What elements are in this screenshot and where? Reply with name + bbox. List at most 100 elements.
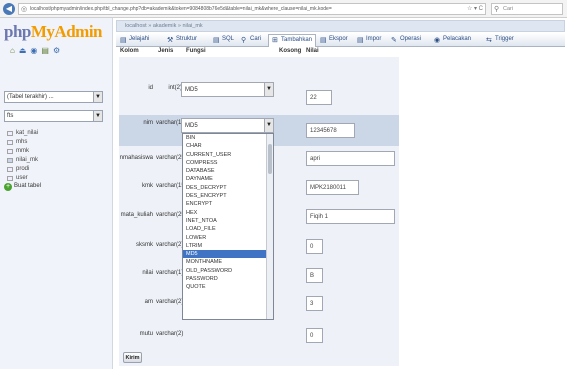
function-select-open[interactable]: MD5 ▼ bbox=[181, 118, 274, 133]
create-table-link[interactable]: + Buat tabel bbox=[4, 183, 42, 191]
column-name: kmk bbox=[142, 183, 153, 189]
dropdown-option-selected[interactable]: MD5 bbox=[183, 250, 273, 259]
chevron-down-icon: ▼ bbox=[264, 119, 273, 132]
value-input[interactable]: Fiqih 1 bbox=[306, 209, 395, 224]
value-input[interactable]: 0 bbox=[306, 328, 323, 343]
value-input[interactable]: 0 bbox=[306, 239, 323, 254]
column-type: int(2) bbox=[168, 85, 182, 91]
table-icon bbox=[7, 167, 13, 172]
table-icon bbox=[7, 176, 13, 181]
database-select[interactable]: fts ▼ bbox=[4, 110, 103, 122]
browser-search-input[interactable]: ⚲ Cari bbox=[491, 3, 563, 15]
docs-icon[interactable]: ▤ bbox=[41, 46, 49, 55]
export-icon: ▤ bbox=[320, 37, 327, 44]
trigger-icon: ⇆ bbox=[486, 37, 492, 44]
sql-icon[interactable]: ◉ bbox=[30, 46, 37, 55]
table-item-user[interactable]: user bbox=[4, 174, 38, 183]
dropdown-scrollbar[interactable] bbox=[266, 134, 273, 319]
table-icon bbox=[7, 158, 13, 163]
navigation-panel: phpMyAdmin ⌂ ⏏ ◉ ▤ ⚙ (Tabel terakhir) ..… bbox=[0, 18, 113, 369]
scrollbar-thumb[interactable] bbox=[268, 144, 272, 174]
back-arrow-icon[interactable]: ◀ bbox=[3, 3, 15, 15]
breadcrumb-text[interactable]: localhost » akademik » nilai_mk bbox=[125, 23, 203, 29]
tab-operasi[interactable]: ✎ Operasi bbox=[391, 36, 421, 44]
value-input[interactable]: apri bbox=[306, 151, 395, 166]
value-input[interactable]: 22 bbox=[306, 90, 332, 105]
tab-bar: ▤ Jelajahi ⚒ Struktur ▤ SQL ⚲ Cari ⊞ Tambahka… bbox=[116, 33, 565, 47]
column-type: varchar(15) bbox=[156, 183, 187, 189]
reload-icon[interactable]: ☆ ▾ C bbox=[467, 5, 483, 12]
dropdown-option[interactable]: DES_ENCRYPT bbox=[183, 192, 273, 200]
globe-icon: ◎ bbox=[21, 6, 28, 13]
chevron-down-icon: ▼ bbox=[93, 111, 102, 121]
dropdown-option[interactable]: INET_NTOA bbox=[183, 217, 273, 225]
column-type: varchar(25) bbox=[156, 212, 187, 218]
tab-struktur[interactable]: ⚒ Struktur bbox=[167, 36, 197, 44]
table-item-nilai-mk[interactable]: nilai_mk bbox=[4, 156, 38, 165]
dropdown-option[interactable]: QUOTE bbox=[183, 283, 273, 291]
tab-trigger[interactable]: ⇆ Trigger bbox=[486, 36, 514, 44]
table-item-prodi[interactable]: prodi bbox=[4, 165, 38, 174]
value-input[interactable]: B bbox=[306, 268, 323, 283]
column-type: varchar(2) bbox=[156, 242, 184, 248]
dropdown-option[interactable]: DATABASE bbox=[183, 167, 273, 175]
tab-cari[interactable]: ⚲ Cari bbox=[241, 36, 261, 44]
address-bar[interactable]: ◎ localhost/phpmyadmin/index.php/tbl_cha… bbox=[18, 3, 486, 15]
dropdown-option[interactable]: CURRENT_USER bbox=[183, 151, 273, 159]
value-input[interactable]: 12345678 bbox=[306, 123, 355, 138]
tab-sql[interactable]: ▤ SQL bbox=[213, 36, 234, 44]
function-dropdown-list[interactable]: BIN CHAR CURRENT_USER COMPRESS DATABASE … bbox=[182, 133, 274, 320]
browse-icon: ▤ bbox=[120, 37, 127, 44]
url-text: localhost/phpmyadmin/index.php/tbl_chang… bbox=[30, 6, 332, 12]
insert-form-header: Kolom Jenis Fungsi Kosong Nilai bbox=[119, 47, 399, 57]
phpmyadmin-logo[interactable]: phpMyAdmin bbox=[4, 22, 103, 42]
tab-impor[interactable]: ▤ Impor bbox=[357, 36, 381, 44]
function-select[interactable]: MD5 ▼ bbox=[181, 82, 274, 97]
column-type: varchar(25) bbox=[156, 155, 187, 161]
column-name: mata_kuliah bbox=[120, 212, 153, 218]
dropdown-option[interactable]: LOAD_FILE bbox=[183, 225, 273, 233]
table-item-mhs[interactable]: mhs bbox=[4, 138, 38, 147]
dropdown-option[interactable]: MONTHNAME bbox=[183, 258, 273, 266]
dropdown-option[interactable]: HEX bbox=[183, 209, 273, 217]
dropdown-option[interactable]: LOWER bbox=[183, 234, 273, 242]
settings-icon[interactable]: ⚙ bbox=[53, 46, 60, 55]
dropdown-option[interactable]: COMPRESS bbox=[183, 159, 273, 167]
tab-ekspor[interactable]: ▤ Ekspor bbox=[320, 36, 348, 44]
tab-pelacakan[interactable]: ◉ Pelacakan bbox=[434, 36, 471, 44]
database-value: fts bbox=[7, 113, 14, 119]
value-input[interactable]: MPK2180011 bbox=[306, 180, 359, 195]
dropdown-option[interactable]: BIN bbox=[183, 134, 273, 142]
create-table-label: Buat tabel bbox=[14, 183, 42, 189]
header-kolom: Kolom bbox=[120, 48, 139, 54]
header-fungsi: Fungsi bbox=[186, 48, 206, 54]
dropdown-option[interactable]: CHAR bbox=[183, 142, 273, 150]
table-icon bbox=[7, 140, 13, 145]
breadcrumb: localhost » akademik » nilai_mk bbox=[116, 20, 565, 32]
dropdown-option[interactable]: PASSWORD bbox=[183, 275, 273, 283]
structure-icon: ⚒ bbox=[167, 37, 174, 44]
table-item-mmk[interactable]: mmk bbox=[4, 147, 38, 156]
recent-tables-select[interactable]: (Tabel terakhir) ... ▼ bbox=[4, 91, 103, 103]
nav-icon-bar: ⌂ ⏏ ◉ ▤ ⚙ bbox=[10, 46, 60, 55]
header-jenis: Jenis bbox=[158, 48, 174, 54]
dropdown-option[interactable]: ENCRYPT bbox=[183, 200, 273, 208]
home-icon[interactable]: ⌂ bbox=[10, 46, 15, 55]
column-type: varchar(1) bbox=[156, 270, 184, 276]
function-value: MD5 bbox=[185, 87, 198, 93]
tab-jelajahi[interactable]: ▤ Jelajahi bbox=[120, 36, 149, 44]
logout-icon[interactable]: ⏏ bbox=[19, 46, 27, 55]
tab-tambahkan[interactable]: ⊞ Tambahkan bbox=[268, 34, 317, 47]
kirim-button[interactable]: Kirim bbox=[123, 352, 142, 363]
plus-icon: + bbox=[4, 183, 12, 191]
column-name: am bbox=[144, 299, 153, 305]
dropdown-option[interactable]: OLD_PASSWORD bbox=[183, 267, 273, 275]
submit-row: Kirim bbox=[119, 349, 399, 366]
value-input[interactable]: 3 bbox=[306, 296, 323, 311]
table-item-kat-nilai[interactable]: kat_nilai bbox=[4, 129, 38, 138]
dropdown-option[interactable]: LTRIM bbox=[183, 242, 273, 250]
dropdown-option[interactable]: DAYNAME bbox=[183, 175, 273, 183]
column-name: nmahasiswa bbox=[119, 155, 153, 161]
dropdown-option[interactable]: DES_DECRYPT bbox=[183, 184, 273, 192]
form-row-mutu: mutu varchar(2) 0 bbox=[119, 320, 399, 349]
